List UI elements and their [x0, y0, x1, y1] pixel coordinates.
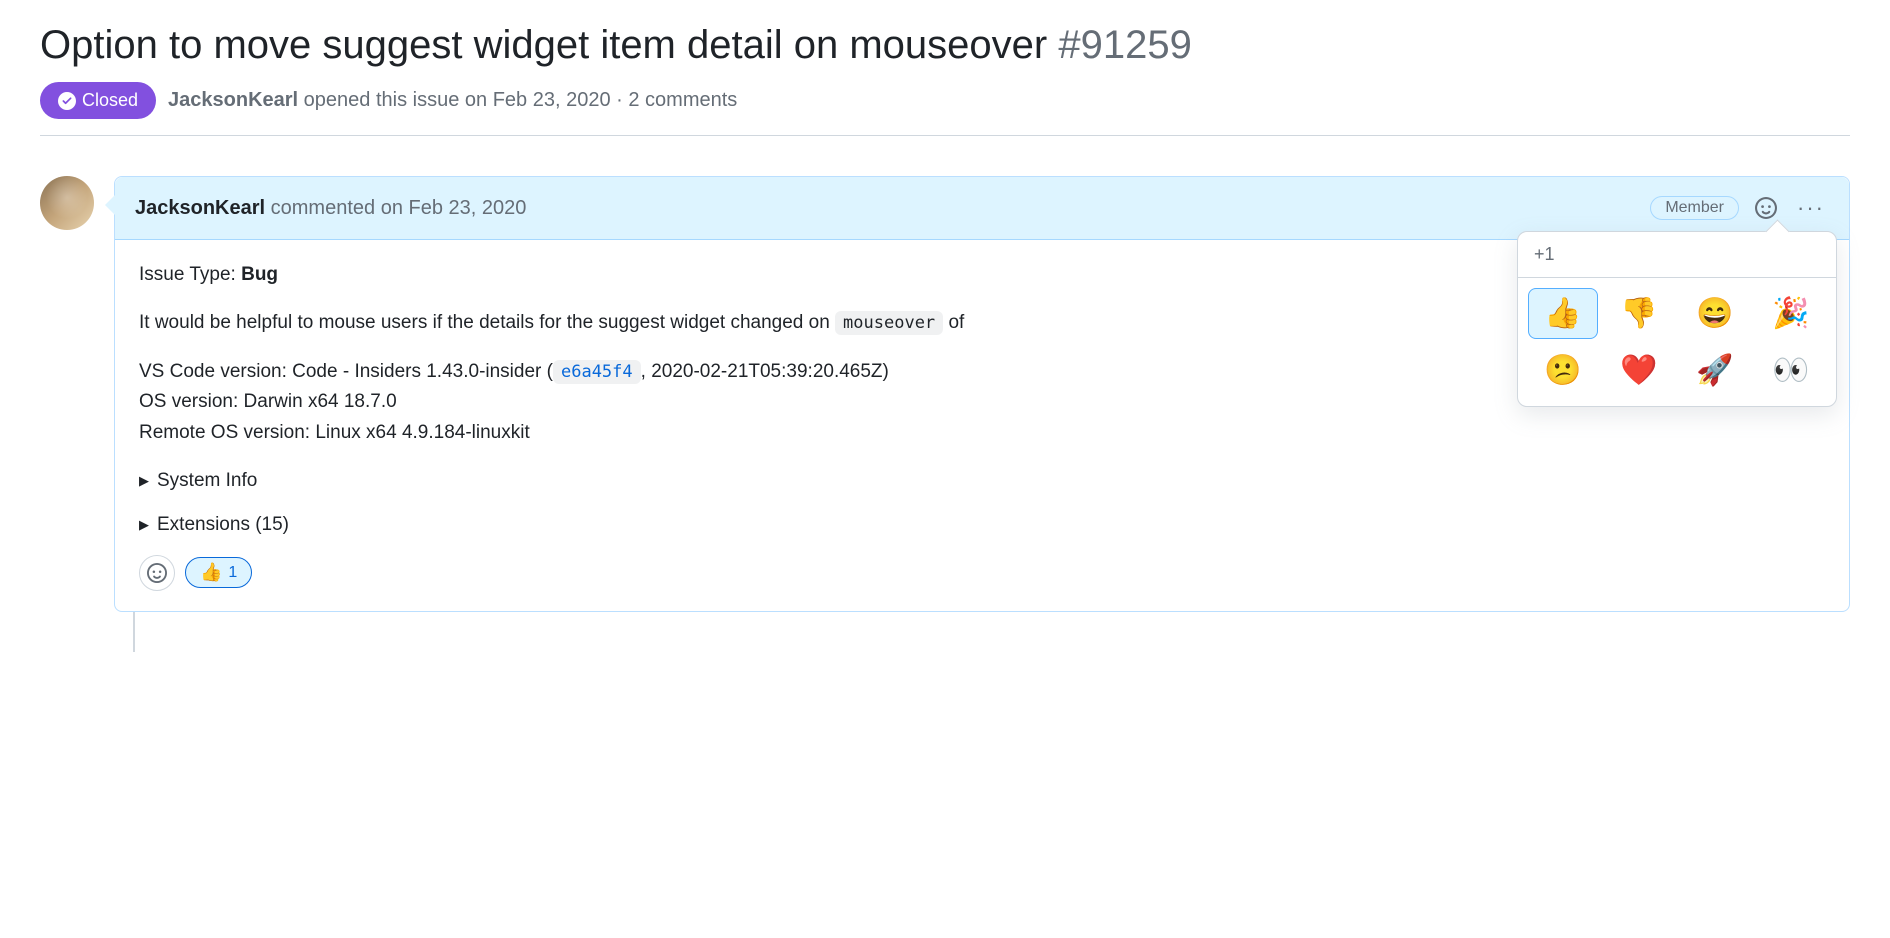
remote-os-version: Remote OS version: Linux x64 4.9.184-lin… [139, 422, 530, 443]
smiley-icon [147, 563, 167, 583]
reaction-count: 1 [228, 564, 237, 582]
issue-meta: JacksonKearl opened this issue on Feb 23… [168, 89, 737, 112]
comments-count: 2 comments [628, 89, 737, 111]
comment-date-link[interactable]: on Feb 23, 2020 [381, 197, 527, 219]
comment-author-link[interactable]: JacksonKearl [135, 197, 265, 219]
reaction-thumbs-up[interactable]: 👍 [1528, 288, 1598, 339]
reaction-popover: +1 👍 👎 😄 🎉 😕 ❤️ 🚀 👀 [1517, 231, 1837, 407]
issue-title: Option to move suggest widget item detai… [40, 20, 1850, 70]
reactions-bar: 👍 1 [139, 555, 1825, 591]
code-mouseover: mouseover [835, 311, 943, 335]
status-label: Closed [82, 90, 138, 111]
comment-header: JacksonKearl commented on Feb 23, 2020 M… [115, 177, 1849, 240]
reaction-thumbs-down[interactable]: 👎 [1604, 288, 1674, 339]
issue-number: #91259 [1058, 23, 1191, 67]
opened-text: opened this issue on Feb 23, 2020 [304, 89, 611, 111]
reaction-tada[interactable]: 🎉 [1756, 288, 1826, 339]
kebab-icon: ··· [1797, 195, 1825, 221]
reaction-laugh[interactable]: 😄 [1680, 288, 1750, 339]
closed-icon [58, 92, 76, 110]
role-badge: Member [1650, 196, 1739, 220]
thumbs-up-icon: 👍 [200, 562, 222, 583]
add-reaction-button-footer[interactable] [139, 555, 175, 591]
reaction-eyes[interactable]: 👀 [1756, 345, 1826, 396]
reaction-heart[interactable]: ❤️ [1604, 345, 1674, 396]
smiley-icon [1755, 197, 1777, 219]
reaction-pill-thumbs-up[interactable]: 👍 1 [185, 557, 252, 588]
os-version: OS version: Darwin x64 18.7.0 [139, 391, 397, 412]
avatar[interactable] [40, 176, 94, 230]
reaction-confused[interactable]: 😕 [1528, 345, 1598, 396]
reaction-rocket[interactable]: 🚀 [1680, 345, 1750, 396]
triangle-icon: ▶ [139, 471, 149, 492]
popover-header: +1 [1518, 232, 1836, 278]
timeline-connector [133, 612, 135, 652]
comment-box: JacksonKearl commented on Feb 23, 2020 M… [114, 176, 1850, 612]
details-extensions[interactable]: ▶ Extensions (15) [139, 510, 1825, 540]
issue-author-link[interactable]: JacksonKearl [168, 89, 298, 111]
issue-type-label: Issue Type: [139, 264, 236, 285]
issue-type-value: Bug [241, 264, 278, 285]
comment-action: commented [271, 197, 376, 219]
issue-title-text: Option to move suggest widget item detai… [40, 23, 1047, 67]
details-system-info[interactable]: ▶ System Info [139, 466, 1825, 496]
triangle-icon: ▶ [139, 515, 149, 536]
status-badge: Closed [40, 82, 156, 119]
kebab-menu-button[interactable]: ··· [1793, 191, 1829, 225]
commit-hash[interactable]: e6a45f4 [553, 360, 641, 384]
